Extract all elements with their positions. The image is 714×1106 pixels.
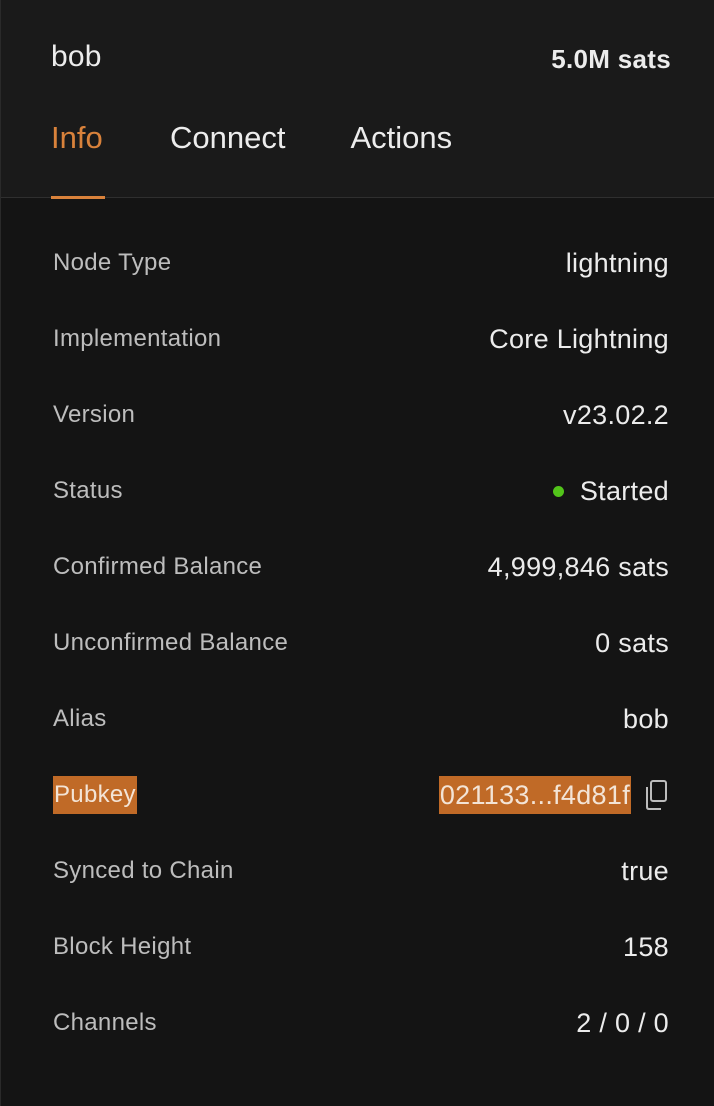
detail-label: Block Height: [53, 933, 192, 960]
status-text: Started: [579, 476, 669, 506]
status-value: Started: [552, 472, 669, 510]
detail-value: 158: [623, 932, 669, 962]
detail-label: Alias: [53, 705, 107, 732]
detail-label: Confirmed Balance: [53, 553, 263, 580]
detail-row-node-type: Node Type lightning: [53, 244, 669, 320]
detail-value: lightning: [565, 248, 669, 278]
detail-label: Version: [53, 401, 136, 428]
detail-row-pubkey: Pubkey 021133...f4d81f: [53, 776, 669, 852]
copy-icon[interactable]: [643, 779, 669, 811]
tab-actions[interactable]: Actions: [350, 120, 452, 198]
detail-label: Implementation: [53, 325, 222, 352]
pubkey-text[interactable]: 021133...f4d81f: [438, 776, 631, 814]
node-balance: 5.0M sats: [551, 44, 671, 74]
detail-value: 2 / 0 / 0: [576, 1008, 669, 1038]
detail-label: Synced to Chain: [53, 857, 234, 884]
detail-row-status: Status Started: [53, 472, 669, 548]
detail-row-implementation: Implementation Core Lightning: [53, 320, 669, 396]
status-dot-icon: [552, 485, 564, 497]
detail-label: Unconfirmed Balance: [53, 629, 289, 656]
detail-label: Node Type: [53, 249, 172, 276]
details-list: Node Type lightning Implementation Core …: [53, 244, 669, 1080]
detail-row-version: Version v23.02.2: [53, 396, 669, 472]
detail-value: Core Lightning: [489, 324, 669, 354]
detail-label: Status: [53, 477, 123, 504]
tab-info[interactable]: Info: [51, 120, 105, 199]
detail-value: bob: [623, 704, 669, 734]
detail-row-confirmed-balance: Confirmed Balance 4,999,846 sats: [53, 548, 669, 624]
tab-connect[interactable]: Connect: [170, 120, 285, 198]
detail-value: v23.02.2: [563, 400, 669, 430]
node-details-panel: bob 5.0M sats Info Connect Actions Node …: [0, 0, 714, 1106]
detail-value: true: [621, 856, 669, 886]
detail-label: Channels: [53, 1009, 157, 1036]
pubkey-label: Pubkey: [53, 776, 137, 814]
detail-row-alias: Alias bob: [53, 700, 669, 776]
detail-row-synced-to-chain: Synced to Chain true: [53, 852, 669, 928]
tab-bar: Info Connect Actions: [51, 120, 452, 199]
detail-value: 4,999,846 sats: [487, 552, 669, 582]
pubkey-value: 021133...f4d81f: [438, 776, 669, 814]
detail-row-unconfirmed-balance: Unconfirmed Balance 0 sats: [53, 624, 669, 700]
detail-row-channels: Channels 2 / 0 / 0: [53, 1004, 669, 1080]
detail-value: 0 sats: [595, 628, 669, 658]
panel-header: bob 5.0M sats Info Connect Actions: [1, 0, 714, 199]
node-name: bob: [51, 40, 102, 73]
detail-row-block-height: Block Height 158: [53, 928, 669, 1004]
